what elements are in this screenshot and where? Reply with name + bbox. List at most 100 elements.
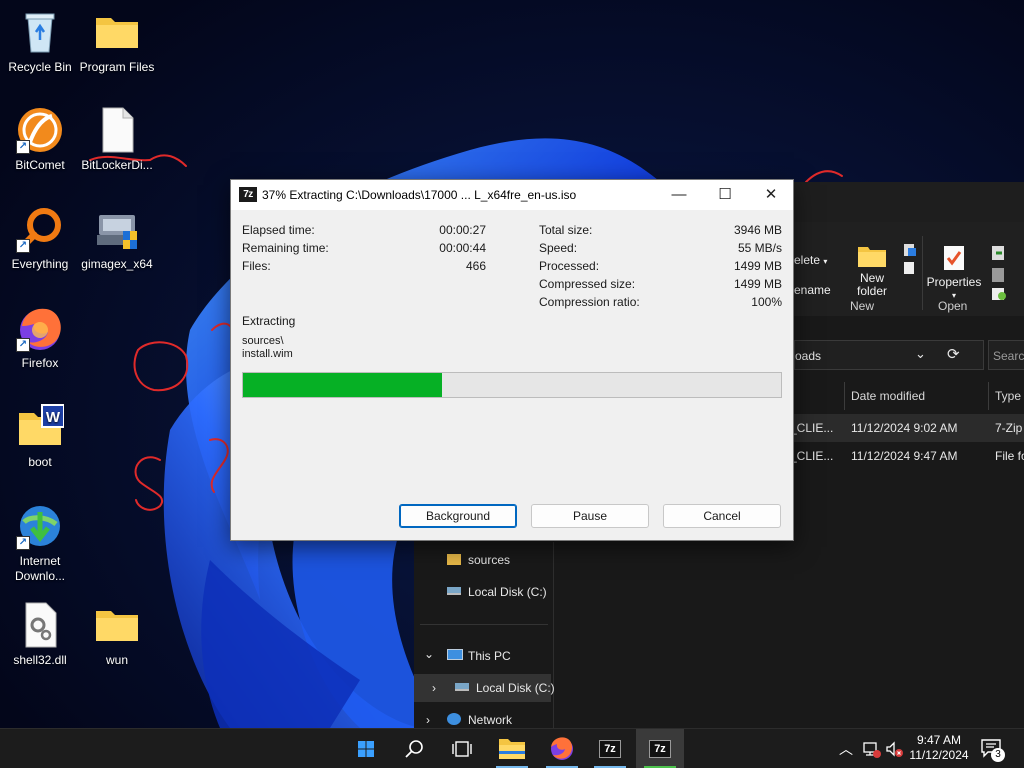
system-clock[interactable]: 9:47 AM 11/12/2024 (904, 733, 974, 763)
folder-icon (93, 8, 141, 56)
column-header-type[interactable]: Type (995, 389, 1021, 403)
speed-label: Speed: (539, 241, 578, 255)
task-view-button[interactable] (438, 729, 486, 768)
pause-button[interactable]: Pause (531, 504, 649, 528)
refresh-icon[interactable]: ⟳ (947, 345, 960, 363)
desktop-icon-wun[interactable]: wun (77, 601, 157, 668)
clock-time: 9:47 AM (916, 733, 962, 747)
gimagex-icon (93, 205, 141, 253)
local-disk-icon (455, 683, 469, 691)
start-button[interactable] (342, 729, 390, 768)
shortcut-arrow-icon: ↗ (16, 338, 30, 352)
desktop-icon-bitlocker[interactable]: BitLockerDi... (77, 106, 157, 173)
show-hidden-icons-button[interactable]: ︿ (836, 737, 856, 761)
desktop-icon-internet-download-manager[interactable]: ↗ Internet Downlo... (0, 502, 80, 584)
new-folder-label: New folder (856, 271, 888, 298)
compressed-size-value: 1499 MB (733, 277, 782, 291)
file-name: _CLIE... (790, 421, 834, 435)
files-label: Files: (242, 259, 271, 273)
explorer-titlebar (794, 182, 1024, 222)
chevron-down-icon: ▾ (823, 257, 828, 266)
properties-icon (942, 244, 966, 272)
desktop-icon-shell32[interactable]: shell32.dll (0, 601, 80, 668)
properties-button[interactable]: Properties ▾ (924, 244, 984, 302)
taskbar-firefox[interactable] (538, 729, 586, 768)
desktop-icon-label: Recycle Bin (8, 60, 72, 74)
file-row[interactable]: _CLIE... 11/12/2024 9:47 AM File fo (786, 442, 1024, 470)
desktop-icon-label: Program Files (79, 60, 155, 74)
desktop-icon-recycle-bin[interactable]: Recycle Bin (0, 8, 80, 75)
taskbar-7zip[interactable]: 7z (586, 729, 634, 768)
recycle-bin-icon (16, 8, 64, 56)
desktop-icon-label: Everything (11, 257, 69, 271)
desktop-icon-label: BitLockerDi... (81, 158, 153, 172)
local-disk-icon (447, 587, 461, 595)
clock-date: 11/12/2024 (909, 748, 969, 762)
file-type: 7-Zip (995, 421, 1023, 435)
chevron-down-icon[interactable]: ⌄ (424, 647, 434, 661)
open-options-icon[interactable] (990, 242, 1014, 302)
file-date: 11/12/2024 9:47 AM (851, 449, 958, 463)
background-button[interactable]: Background (399, 504, 517, 528)
desktop-icon-firefox[interactable]: ↗ Firefox (0, 304, 80, 371)
search-icon (405, 740, 423, 758)
desktop-icon-label: BitComet (15, 158, 65, 172)
windows-logo-icon (358, 741, 374, 757)
nav-item-local-disk[interactable]: Local Disk (C:) (414, 578, 551, 606)
chevron-right-icon[interactable]: › (426, 713, 430, 727)
nav-item-local-disk-selected[interactable]: › Local Disk (C:) (414, 674, 555, 702)
bitcomet-icon: ↗ (16, 106, 64, 154)
search-button[interactable] (390, 729, 438, 768)
7zip-icon: 7z (649, 740, 671, 758)
desktop-icon-bitcomet[interactable]: ↗ BitComet (0, 106, 80, 173)
notification-count-badge: 3 (991, 748, 1005, 762)
desktop-icon-label: boot (28, 455, 52, 469)
dialog-titlebar[interactable]: 7z 37% Extracting C:\Downloads\17000 ...… (231, 180, 793, 210)
desktop-icon-label: Firefox (21, 356, 59, 370)
nav-divider (420, 624, 548, 625)
desktop-icon-everything[interactable]: ↗ Everything (0, 205, 80, 272)
explorer-ribbon: elete ▾ ename New folder Properties ▾ Ne… (794, 222, 1024, 316)
ribbon-group-open: Open (938, 299, 968, 313)
network-icon (447, 713, 461, 725)
desktop-icon-gimagex[interactable]: gimagex_x64 (77, 205, 157, 272)
folder-icon (447, 554, 461, 565)
progress-bar-fill (243, 373, 442, 397)
files-value: 466 (465, 259, 486, 273)
cancel-button[interactable]: Cancel (663, 504, 781, 528)
maximize-button[interactable]: ☐ (702, 180, 748, 210)
chevron-down-icon[interactable]: ⌄ (915, 346, 926, 362)
shortcut-arrow-icon: ↗ (16, 239, 30, 253)
desktop-icon-boot[interactable]: W boot (0, 403, 80, 470)
file-row[interactable]: _CLIE... 11/12/2024 9:02 AM 7-Zip (786, 414, 1024, 442)
new-folder-button[interactable]: New folder (846, 244, 898, 298)
desktop-icon-program-files[interactable]: Program Files (77, 8, 157, 75)
close-button[interactable]: ✕ (748, 180, 794, 210)
volume-muted-icon[interactable] (884, 739, 904, 759)
file-date: 11/12/2024 9:02 AM (851, 421, 958, 435)
minimize-button[interactable]: — (656, 180, 702, 210)
taskbar-file-explorer[interactable] (488, 729, 536, 768)
column-header-date-modified[interactable]: Date modified (851, 389, 925, 403)
rename-button[interactable]: ename (794, 284, 831, 297)
notification-center-button[interactable]: 3 (980, 737, 1010, 763)
current-file: install.wim (242, 348, 293, 360)
search-input[interactable]: Search (988, 340, 1024, 370)
desktop-icon-label: Internet Downlo... (14, 554, 66, 583)
address-bar[interactable]: oads ⌄ ⟳ (794, 340, 984, 370)
chevron-right-icon[interactable]: › (432, 681, 436, 695)
computer-icon (447, 649, 463, 660)
folder-icon (93, 601, 141, 649)
status-heading: Extracting (242, 314, 296, 328)
nav-item-this-pc[interactable]: ⌄ This PC (414, 642, 551, 670)
taskbar-7zip-active[interactable]: 7z (636, 729, 684, 768)
nav-item-label: sources (468, 553, 511, 567)
delete-button[interactable]: elete ▾ (794, 254, 827, 268)
nav-item-label: Local Disk (C:) (476, 681, 555, 695)
network-tray-icon[interactable] (862, 739, 882, 759)
new-item-icon[interactable] (902, 242, 920, 278)
nav-item-sources[interactable]: sources (414, 546, 551, 574)
remaining-time-label: Remaining time: (242, 241, 329, 255)
compression-ratio-label: Compression ratio: (539, 295, 640, 309)
7zip-app-icon: 7z (239, 187, 257, 202)
